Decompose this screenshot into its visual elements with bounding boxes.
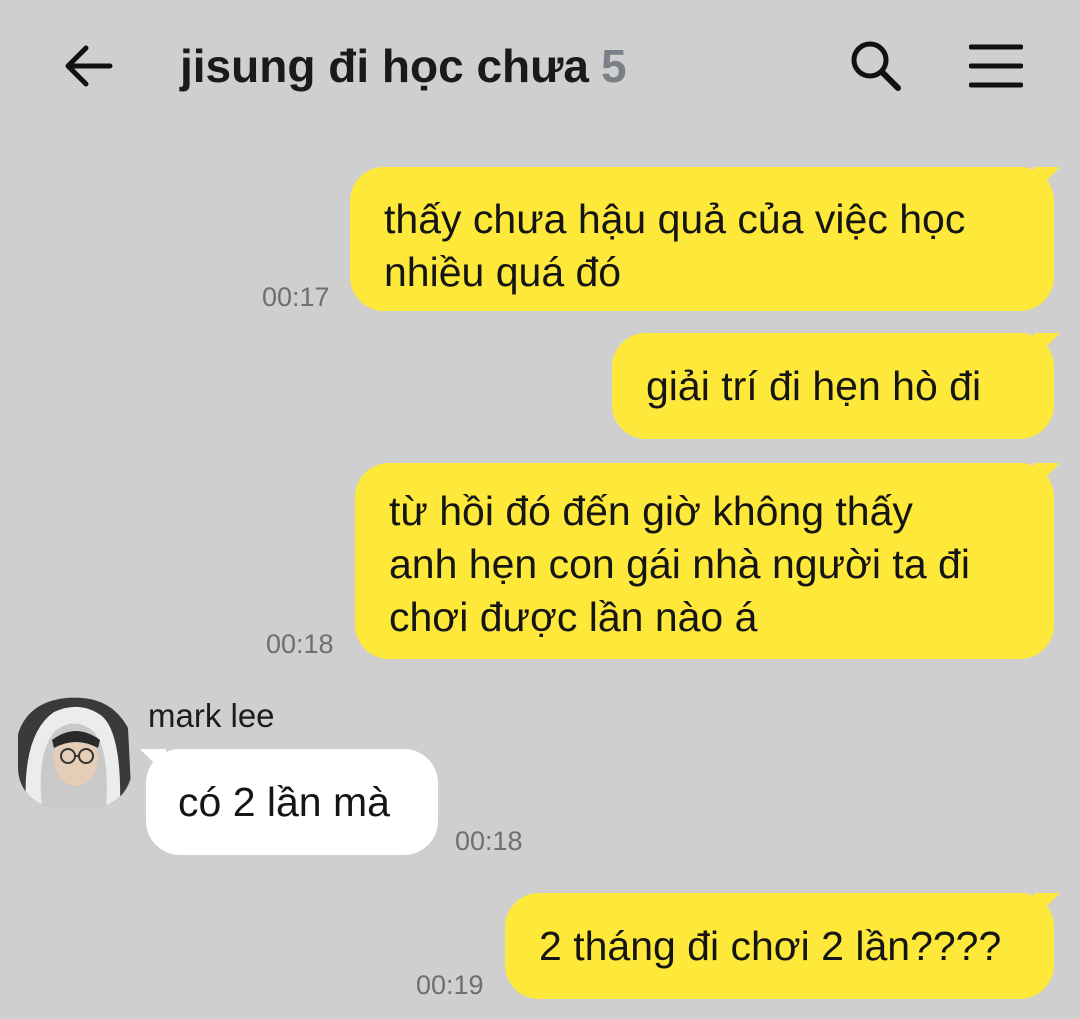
my-message-bubble[interactable]: từ hồi đó đến giờ không thấy anh hẹn con… [355,463,1054,659]
message-time: 00:18 [455,826,523,856]
my-message-bubble[interactable]: giải trí đi hẹn hò đi [612,333,1054,439]
hamburger-menu-icon [969,44,1023,88]
chat-title: jisung đi học chưa 5 [180,36,627,96]
my-message-bubble[interactable]: thấy chưa hậu quả của việc học nhiều quá… [350,167,1054,311]
profile-photo [18,694,132,808]
message-text: anh hẹn con gái nhà người ta đi [389,541,970,587]
message-text: giải trí đi hẹn hò đi [646,363,982,409]
search-button[interactable] [844,36,908,96]
search-icon [851,41,901,91]
message-time: 00:19 [416,970,484,1000]
message-text: 2 tháng đi chơi 2 lần???? [539,923,1002,969]
my-message-bubble[interactable]: 2 tháng đi chơi 2 lần???? [505,893,1054,999]
message-text: nhiều quá đó [384,249,622,295]
message-text: chơi được lần nào á [389,594,758,640]
message-text: thấy chưa hậu quả của việc học [384,196,966,242]
message-time: 00:17 [262,282,330,312]
member-count: 5 [601,40,627,92]
menu-button[interactable] [964,36,1028,96]
back-button[interactable] [56,36,120,96]
chat-header: jisung đi học chưa 5 [0,0,1080,130]
message-text: từ hồi đó đến giờ không thấy [389,488,913,534]
arrow-left-icon [65,45,113,87]
avatar[interactable] [18,694,132,808]
message-text: có 2 lần mà [178,779,390,825]
message-time: 00:18 [266,629,334,659]
chat-title-text: jisung đi học chưa [180,40,590,92]
sender-name: mark lee [148,697,275,734]
other-message-bubble[interactable]: có 2 lần mà [146,749,438,855]
